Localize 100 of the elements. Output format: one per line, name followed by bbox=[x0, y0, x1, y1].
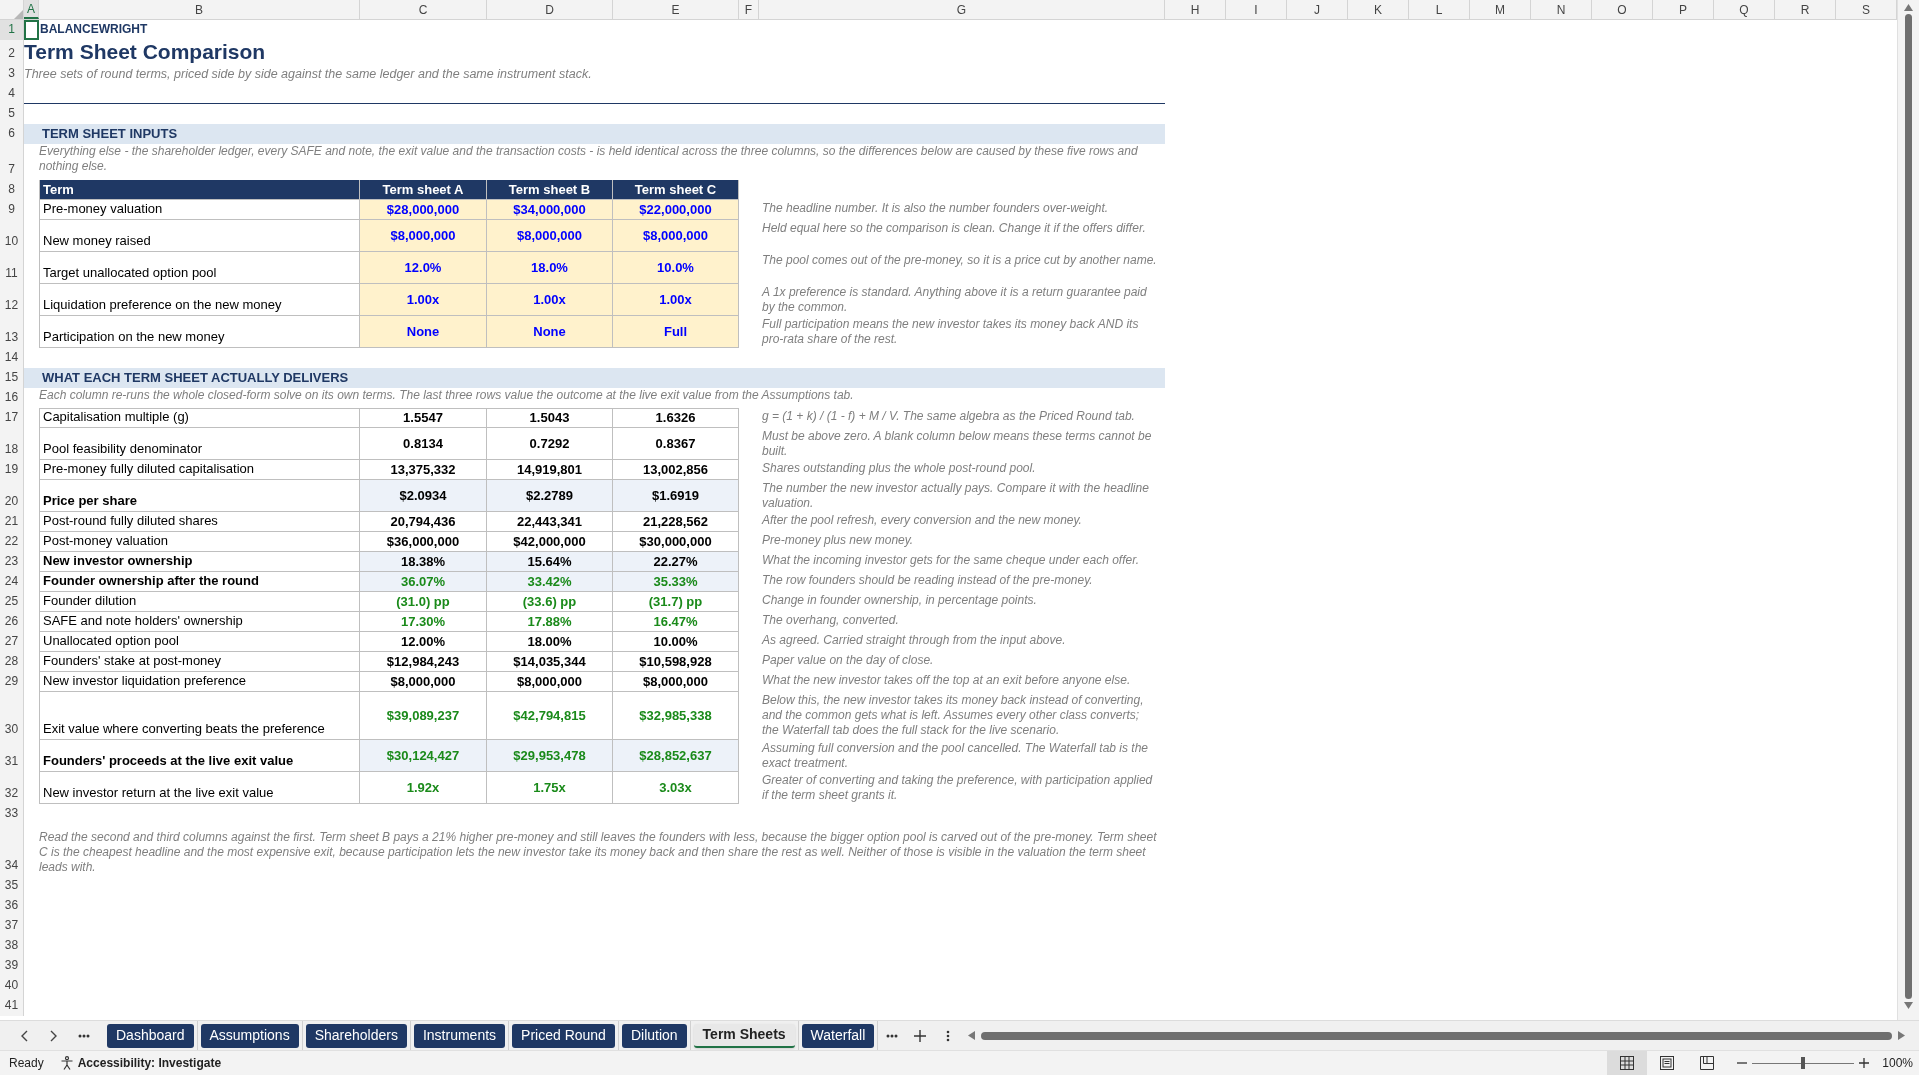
row-number[interactable]: 7 bbox=[0, 144, 24, 180]
column-header[interactable]: E bbox=[613, 0, 739, 19]
scroll-right-icon[interactable] bbox=[1898, 1031, 1905, 1040]
sheet-tab[interactable]: Assumptions bbox=[200, 1023, 299, 1048]
row-number[interactable]: 6 bbox=[0, 124, 24, 144]
column-header[interactable]: N bbox=[1531, 0, 1592, 19]
scroll-up-icon[interactable] bbox=[1904, 4, 1913, 11]
vertical-scroll-thumb[interactable] bbox=[1905, 14, 1912, 999]
row-number[interactable]: 24 bbox=[0, 572, 24, 592]
column-header[interactable]: J bbox=[1287, 0, 1348, 19]
input-cell[interactable]: 1.00x bbox=[360, 284, 487, 316]
row-number[interactable]: 30 bbox=[0, 692, 24, 740]
row-number[interactable]: 22 bbox=[0, 532, 24, 552]
row-number[interactable]: 17 bbox=[0, 408, 24, 428]
more-icon[interactable] bbox=[78, 1033, 90, 1038]
input-cell[interactable]: $34,000,000 bbox=[487, 200, 613, 220]
row-number[interactable]: 38 bbox=[0, 936, 24, 956]
sheet-tab[interactable]: Instruments bbox=[413, 1023, 506, 1048]
row-number[interactable]: 41 bbox=[0, 996, 24, 1016]
sheet-tab[interactable]: Dilution bbox=[621, 1023, 687, 1048]
input-cell[interactable]: $8,000,000 bbox=[360, 220, 487, 252]
row-number[interactable]: 32 bbox=[0, 772, 24, 804]
column-header[interactable]: D bbox=[487, 0, 613, 19]
view-button[interactable] bbox=[1607, 1050, 1648, 1075]
row-number[interactable]: 11 bbox=[0, 252, 24, 284]
row-number[interactable]: 3 bbox=[0, 64, 24, 84]
row-number[interactable]: 29 bbox=[0, 672, 24, 692]
more-icon[interactable] bbox=[886, 1033, 899, 1038]
accessibility-icon[interactable] bbox=[59, 1056, 74, 1070]
input-cell[interactable]: Full bbox=[613, 316, 739, 348]
row-number[interactable]: 5 bbox=[0, 104, 24, 124]
accessibility-status[interactable]: Accessibility: Investigate bbox=[77, 1054, 222, 1072]
zoom-slider[interactable] bbox=[1752, 1057, 1855, 1069]
sheet-tab[interactable]: Shareholders bbox=[305, 1023, 407, 1048]
horizontal-scroll-thumb[interactable] bbox=[981, 1031, 1892, 1040]
input-cell[interactable]: 1.00x bbox=[613, 284, 739, 316]
row-number[interactable]: 20 bbox=[0, 480, 24, 512]
input-cell[interactable]: $28,000,000 bbox=[360, 200, 487, 220]
row-number[interactable]: 1 bbox=[0, 20, 24, 40]
zoom-slider-thumb[interactable] bbox=[1801, 1057, 1806, 1069]
plus-icon[interactable] bbox=[914, 1029, 927, 1042]
column-header[interactable]: B bbox=[39, 0, 360, 19]
input-cell[interactable]: $22,000,000 bbox=[613, 200, 739, 220]
input-cell[interactable]: 1.00x bbox=[487, 284, 613, 316]
row-number[interactable]: 36 bbox=[0, 896, 24, 916]
column-header[interactable]: P bbox=[1653, 0, 1714, 19]
row-number[interactable]: 33 bbox=[0, 804, 24, 824]
row-number[interactable]: 13 bbox=[0, 316, 24, 348]
row-number[interactable]: 40 bbox=[0, 976, 24, 996]
row-number[interactable]: 28 bbox=[0, 652, 24, 672]
column-header[interactable]: F bbox=[739, 0, 759, 19]
column-header[interactable]: L bbox=[1409, 0, 1470, 19]
row-number[interactable]: 26 bbox=[0, 612, 24, 632]
column-header[interactable]: M bbox=[1470, 0, 1531, 19]
row-number[interactable]: 34 bbox=[0, 824, 24, 876]
row-number[interactable]: 31 bbox=[0, 740, 24, 772]
row-number[interactable]: 12 bbox=[0, 284, 24, 316]
sheet-tab[interactable]: Priced Round bbox=[512, 1023, 615, 1048]
row-number[interactable]: 18 bbox=[0, 428, 24, 460]
row-number[interactable]: 39 bbox=[0, 956, 24, 976]
input-cell[interactable]: $8,000,000 bbox=[613, 220, 739, 252]
column-header[interactable]: A bbox=[24, 0, 39, 19]
column-header[interactable]: K bbox=[1348, 0, 1409, 19]
row-number[interactable]: 23 bbox=[0, 552, 24, 572]
zoom-percent[interactable]: 100% bbox=[1882, 1054, 1913, 1072]
row-number[interactable]: 16 bbox=[0, 388, 24, 408]
vertical-dots-icon[interactable] bbox=[946, 1029, 951, 1042]
column-header[interactable]: R bbox=[1775, 0, 1836, 19]
row-number[interactable]: 2 bbox=[0, 40, 24, 64]
row-number[interactable]: 8 bbox=[0, 180, 24, 200]
column-header[interactable]: C bbox=[360, 0, 487, 19]
zoom-in-icon[interactable] bbox=[1859, 1058, 1870, 1068]
column-header[interactable]: H bbox=[1165, 0, 1226, 19]
row-number[interactable]: 27 bbox=[0, 632, 24, 652]
row-number[interactable]: 35 bbox=[0, 876, 24, 896]
chevron-right-icon[interactable] bbox=[50, 1029, 58, 1042]
input-cell[interactable]: None bbox=[360, 316, 487, 348]
chevron-left-icon[interactable] bbox=[20, 1029, 28, 1042]
row-number[interactable]: 15 bbox=[0, 368, 24, 388]
row-number[interactable]: 19 bbox=[0, 460, 24, 480]
sheet-tab[interactable]: Dashboard bbox=[107, 1023, 194, 1048]
column-header[interactable]: Q bbox=[1714, 0, 1775, 19]
row-number[interactable]: 4 bbox=[0, 84, 24, 104]
sheet-tab[interactable]: Waterfall bbox=[801, 1023, 875, 1048]
sheet-tab[interactable]: Term Sheets bbox=[693, 1023, 795, 1048]
scroll-left-icon[interactable] bbox=[968, 1031, 976, 1040]
input-cell[interactable]: 18.0% bbox=[487, 252, 613, 284]
row-number[interactable]: 9 bbox=[0, 200, 24, 220]
input-cell[interactable]: 12.0% bbox=[360, 252, 487, 284]
row-number[interactable]: 21 bbox=[0, 512, 24, 532]
input-cell[interactable]: None bbox=[487, 316, 613, 348]
input-cell[interactable]: 10.0% bbox=[613, 252, 739, 284]
row-number[interactable]: 37 bbox=[0, 916, 24, 936]
column-header[interactable]: O bbox=[1592, 0, 1653, 19]
column-header[interactable]: G bbox=[759, 0, 1165, 19]
row-number[interactable]: 14 bbox=[0, 348, 24, 368]
column-header[interactable]: I bbox=[1226, 0, 1287, 19]
row-number[interactable]: 10 bbox=[0, 220, 24, 252]
row-number[interactable]: 25 bbox=[0, 592, 24, 612]
input-cell[interactable]: $8,000,000 bbox=[487, 220, 613, 252]
